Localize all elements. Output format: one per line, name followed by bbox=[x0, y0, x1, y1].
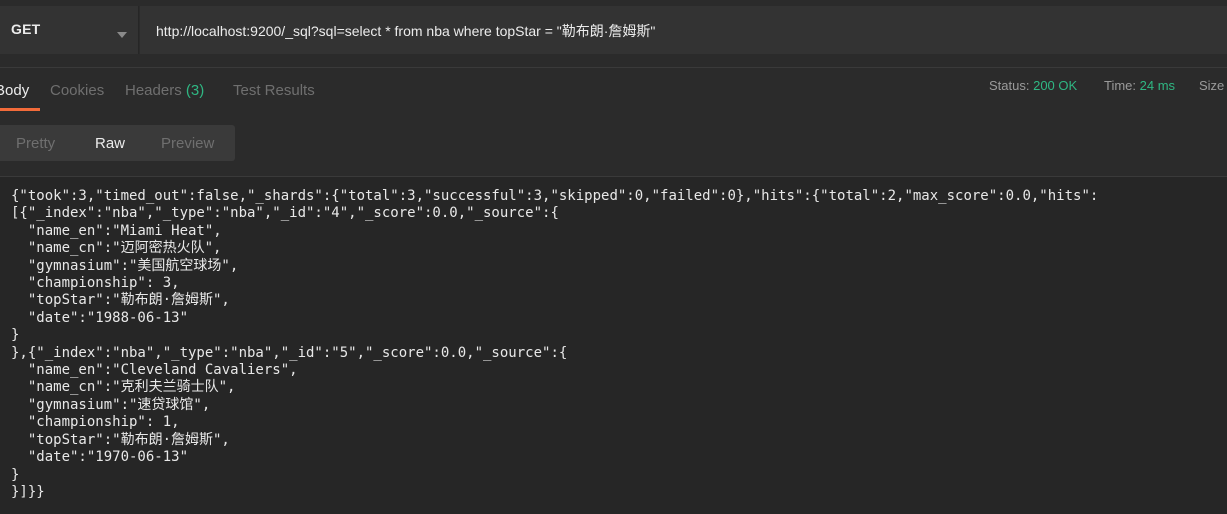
code-line: "gymnasium":"速贷球馆", bbox=[11, 396, 211, 413]
code-line: "name_en":"Miami Heat", bbox=[11, 222, 222, 239]
url-text: http://localhost:9200/_sql?sql=select * … bbox=[156, 23, 656, 39]
method-label: GET bbox=[11, 21, 41, 37]
tab-headers-label: Headers bbox=[125, 82, 182, 99]
code-line: "date":"1970-06-13" bbox=[11, 449, 189, 466]
code-line: "name_en":"Cleveland Cavaliers", bbox=[11, 362, 298, 379]
size-indicator: Size bbox=[1199, 78, 1224, 93]
tab-headers[interactable]: Headers (3) bbox=[125, 82, 204, 99]
tab-test-results[interactable]: Test Results bbox=[233, 82, 315, 99]
code-line: }]}} bbox=[11, 483, 45, 500]
status-value: 200 OK bbox=[1033, 78, 1078, 93]
code-line: "name_cn":"克利夫兰骑士队", bbox=[11, 379, 236, 396]
time-indicator: Time: 24 ms bbox=[1104, 78, 1175, 93]
active-tab-indicator bbox=[0, 108, 40, 111]
code-line: "topStar":"勒布朗·詹姆斯", bbox=[11, 431, 230, 448]
status-indicator: Status: 200 OK bbox=[989, 78, 1077, 93]
code-line: [{"_index":"nba","_type":"nba","_id":"4"… bbox=[11, 205, 559, 222]
code-line: } bbox=[11, 327, 20, 344]
code-line: {"took":3,"timed_out":false,"_shards":{"… bbox=[11, 188, 1099, 204]
code-line: "championship": 1, bbox=[11, 414, 180, 431]
raw-button[interactable]: Raw bbox=[95, 135, 125, 152]
method-select[interactable]: GET bbox=[0, 6, 139, 54]
tab-body[interactable]: Body bbox=[0, 82, 29, 99]
response-body[interactable]: {"took":3,"timed_out":false,"_shards":{"… bbox=[0, 176, 1227, 514]
time-value: 24 ms bbox=[1139, 78, 1176, 93]
pretty-button[interactable]: Pretty bbox=[16, 135, 55, 152]
code-line: "championship": 3, bbox=[11, 275, 180, 292]
status-label: Status: bbox=[989, 78, 1030, 93]
code-line: } bbox=[11, 466, 20, 483]
preview-button[interactable]: Preview bbox=[161, 135, 214, 152]
code-line: "date":"1988-06-13" bbox=[11, 309, 189, 326]
tab-cookies[interactable]: Cookies bbox=[50, 82, 104, 99]
code-line: "name_cn":"迈阿密热火队", bbox=[11, 240, 222, 257]
size-label: Size bbox=[1199, 78, 1225, 93]
format-toggle: Pretty Raw Preview bbox=[0, 125, 235, 161]
chevron-down-icon bbox=[117, 32, 127, 38]
code-line: "topStar":"勒布朗·詹姆斯", bbox=[11, 292, 230, 309]
tab-headers-count: (3) bbox=[185, 82, 205, 99]
code-line: "gymnasium":"美国航空球场", bbox=[11, 257, 239, 274]
response-tabs: Body Cookies Headers (3) Test Results St… bbox=[0, 68, 1227, 112]
time-label: Time: bbox=[1104, 78, 1137, 93]
request-bar: GET http://localhost:9200/_sql?sql=selec… bbox=[0, 0, 1227, 60]
response-code: {"took":3,"timed_out":false,"_shards":{"… bbox=[11, 188, 1098, 501]
url-input[interactable]: http://localhost:9200/_sql?sql=select * … bbox=[140, 6, 1227, 54]
postman-window: GET http://localhost:9200/_sql?sql=selec… bbox=[0, 0, 1227, 514]
code-line: },{"_index":"nba","_type":"nba","_id":"5… bbox=[11, 344, 568, 361]
